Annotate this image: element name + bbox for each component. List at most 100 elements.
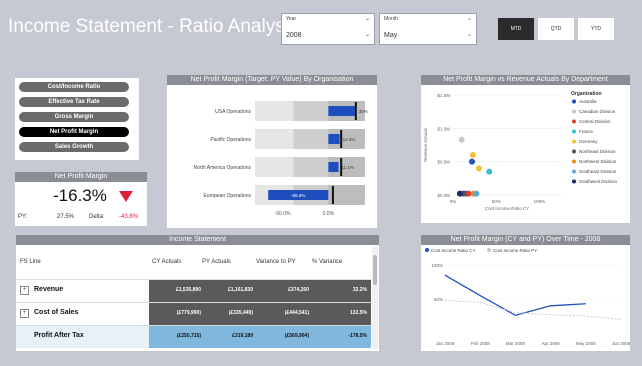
table-scrollbar[interactable] bbox=[372, 247, 378, 349]
scatter-legend-label: Southeast Division bbox=[579, 169, 617, 174]
col-header-fs-line[interactable]: FS Line bbox=[20, 259, 41, 265]
cost-income-ratio-button[interactable]: Cost/Income Ratio bbox=[19, 82, 129, 92]
chevron-down-icon: ⌄ bbox=[364, 16, 370, 22]
line-chart-panel: Net Profit Margin (CY and PY) Over Time … bbox=[421, 235, 630, 351]
line-legend-label: Cost Income Ratio PY bbox=[493, 248, 537, 253]
kpi-title: Net Profit Margin bbox=[15, 172, 147, 182]
income-statement-panel: Income Statement FS Line CY Actuals PY A… bbox=[16, 235, 379, 351]
year-slicer[interactable]: Year ⌄ 2008 ⌄ bbox=[281, 13, 375, 45]
scatter-x-tick: 0% bbox=[450, 199, 457, 204]
scatter-point bbox=[473, 190, 480, 197]
scatter-chart: $1.5M $1.0M $0.5M $0.0M0% 50% 100% Cost Income… bbox=[423, 91, 618, 211]
scatter-y-tick: $1.5M bbox=[437, 93, 450, 98]
series-line-cy bbox=[444, 274, 586, 317]
ratio-selector-panel: Cost/Income Ratio Effective Tax Rate Gro… bbox=[15, 78, 139, 160]
row-label: Revenue bbox=[34, 286, 64, 293]
sales-growth-button[interactable]: Sales Growth bbox=[19, 142, 129, 152]
chevron-down-icon[interactable]: ⌄ bbox=[467, 31, 472, 38]
kpi-card: Net Profit Margin -16.3% PY: 27.5% Delta… bbox=[15, 172, 147, 226]
line-x-tick: Jun 2008 bbox=[612, 341, 630, 346]
ytd-button[interactable]: YTD bbox=[578, 18, 614, 40]
cy-actuals-cell: (£779,990) bbox=[176, 310, 201, 316]
scatter-legend-marker bbox=[572, 179, 576, 184]
scatter-legend-marker bbox=[572, 129, 576, 134]
table-row: + Revenue £1,535,890 £1,161,830 £374,260… bbox=[16, 280, 371, 303]
mtd-button[interactable]: MTD bbox=[498, 18, 534, 40]
scrollbar-thumb[interactable] bbox=[373, 255, 377, 285]
line-x-tick: Jan 2008 bbox=[436, 341, 455, 346]
bullet-category-label: Pacific Operations bbox=[210, 137, 251, 143]
down-triangle-icon bbox=[119, 191, 133, 202]
year-slicer-label: Year bbox=[286, 16, 297, 22]
scatter-y-tick: $0.0M bbox=[437, 193, 450, 198]
scatter-y-label: Revenue Actuals bbox=[423, 127, 428, 162]
py-actuals-cell: £1,161,830 bbox=[227, 287, 253, 293]
bullet-category-label: European Operations bbox=[203, 193, 251, 199]
col-header-cy-actuals[interactable]: CY Actuals bbox=[152, 259, 181, 265]
scatter-legend-marker bbox=[572, 149, 576, 154]
row-label: Profit After Tax bbox=[34, 332, 84, 339]
scatter-point bbox=[486, 168, 493, 175]
qtd-button[interactable]: QTD bbox=[538, 18, 574, 40]
kpi-py-value: 27.5% bbox=[57, 214, 75, 220]
col-header-pct-variance[interactable]: % Variance bbox=[312, 259, 342, 265]
effective-tax-rate-button[interactable]: Effective Tax Rate bbox=[19, 97, 129, 107]
bullet-chart-panel: Net Profit Margin (Target: PY Value) By … bbox=[167, 75, 377, 228]
gross-margin-button[interactable]: Gross Margin bbox=[19, 112, 129, 122]
col-header-variance[interactable]: Variance to PY bbox=[256, 259, 296, 265]
variance-cell: £374,260 bbox=[288, 287, 309, 293]
line-legend-marker bbox=[425, 248, 429, 252]
scatter-legend-label: Central Division bbox=[579, 119, 611, 124]
kpi-py-label: PY: bbox=[18, 214, 28, 220]
col-header-py-actuals[interactable]: PY Actuals bbox=[202, 259, 231, 265]
bullet-bar bbox=[328, 134, 340, 144]
bullet-category-label: USA Operations bbox=[215, 109, 251, 115]
row-value-cells: (£779,990) (£335,449) (£444,541) 132.5% bbox=[149, 303, 371, 325]
scatter-y-tick: $1.0M bbox=[437, 126, 450, 131]
scatter-x-tick: 50% bbox=[492, 199, 501, 204]
income-statement-title: Income Statement bbox=[16, 235, 379, 245]
scatter-x-label: Cost Income Ratio CY bbox=[485, 206, 530, 211]
variance-cell: (£569,904) bbox=[284, 333, 309, 339]
line-legend-marker bbox=[487, 248, 491, 252]
year-slicer-value[interactable]: 2008 bbox=[286, 32, 302, 39]
kpi-delta-label: Delta: bbox=[89, 214, 105, 220]
kpi-delta-value: -43.8% bbox=[119, 214, 139, 220]
pct-variance-cell: 132.5% bbox=[350, 310, 367, 316]
bullet-chart-title: Net Profit Margin (Target: PY Value) By … bbox=[167, 75, 377, 85]
scatter-legend-label: Australia bbox=[579, 99, 597, 104]
scatter-legend-marker bbox=[572, 139, 576, 144]
line-chart: Cost Income Ratio CY Cost Income Ratio PY… bbox=[425, 248, 630, 346]
scatter-legend-label: Germany bbox=[579, 139, 598, 144]
bullet-target-marker bbox=[331, 186, 334, 204]
scatter-legend-label: Northeast Division bbox=[579, 149, 616, 154]
line-x-tick: Mar 2008 bbox=[506, 341, 526, 346]
row-value-cells: £1,535,890 £1,161,830 £374,260 32.2% bbox=[149, 280, 371, 302]
scatter-point bbox=[469, 152, 476, 158]
py-actuals-cell: (£335,449) bbox=[228, 310, 253, 316]
line-x-tick: May 2008 bbox=[576, 341, 596, 346]
month-slicer[interactable]: Month ⌄ May ⌄ bbox=[379, 13, 477, 45]
scatter-legend-marker bbox=[572, 169, 576, 174]
net-profit-margin-button[interactable]: Net Profit Margin bbox=[19, 127, 129, 137]
pct-variance-cell: -178.5% bbox=[348, 333, 367, 339]
scatter-legend-label: Canadian Division bbox=[579, 109, 616, 114]
variance-cell: (£444,541) bbox=[284, 310, 309, 316]
line-y-tick: 100% bbox=[431, 263, 443, 268]
bullet-category-label: North America Operations bbox=[193, 165, 251, 171]
scatter-point bbox=[475, 165, 482, 172]
scatter-legend-marker bbox=[572, 159, 576, 164]
line-x-tick: Feb 2008 bbox=[471, 341, 491, 346]
month-slicer-label: Month bbox=[384, 16, 398, 22]
bullet-bar bbox=[328, 106, 356, 116]
bullet-axis-tick: -50.0% bbox=[275, 211, 291, 217]
scatter-legend-label: Southwest Division bbox=[579, 179, 618, 184]
chevron-down-icon[interactable]: ⌄ bbox=[365, 31, 370, 38]
month-slicer-value[interactable]: May bbox=[384, 32, 397, 39]
scatter-legend-title: Organization bbox=[571, 91, 602, 97]
expand-icon[interactable]: + bbox=[20, 309, 29, 318]
scatter-legend-marker bbox=[572, 99, 576, 104]
pct-variance-cell: 32.2% bbox=[352, 287, 367, 293]
expand-icon[interactable]: + bbox=[20, 286, 29, 295]
scatter-point bbox=[465, 190, 472, 197]
